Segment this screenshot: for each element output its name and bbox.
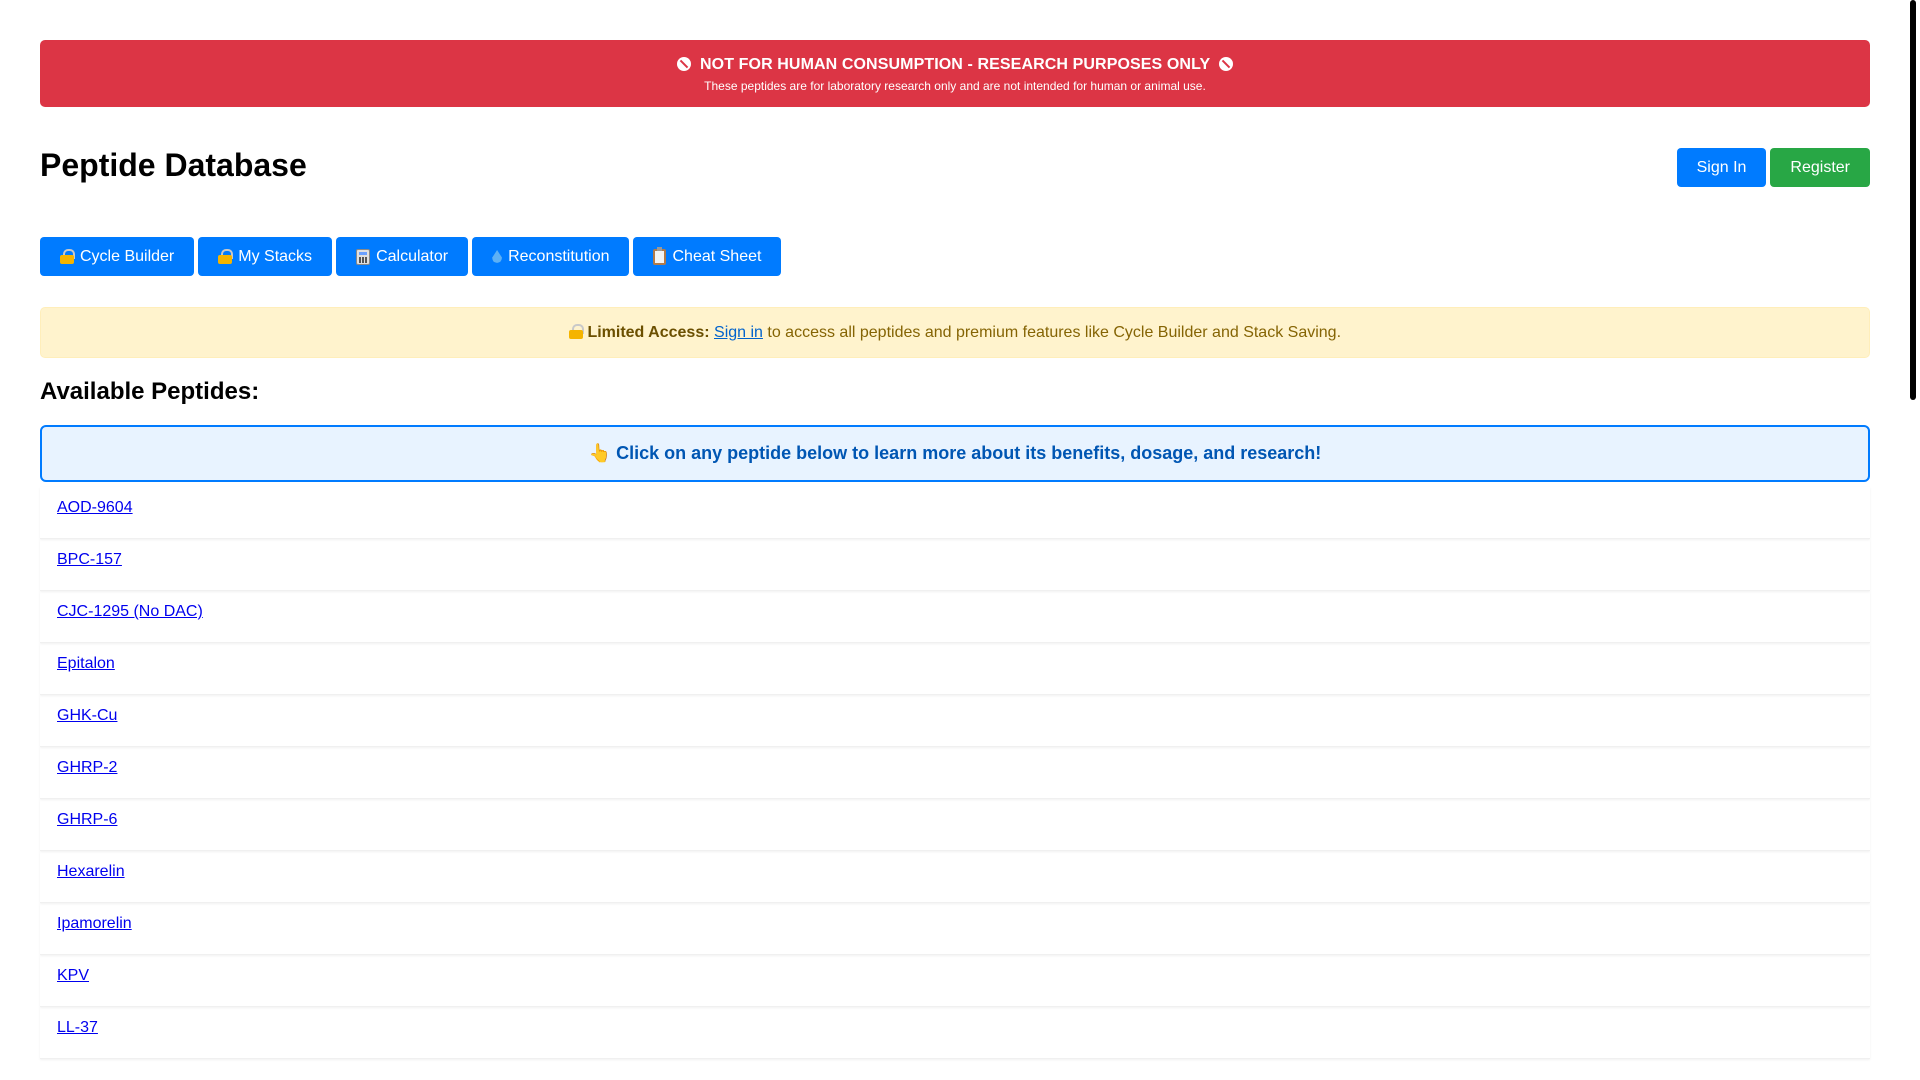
peptide-hint: 👆 Click on any peptide below to learn mo… — [40, 425, 1870, 482]
auth-buttons: Sign In Register — [1676, 148, 1870, 187]
cheat-sheet-label: Cheat Sheet — [672, 247, 762, 265]
list-item: CJC-1295 (No DAC) — [40, 591, 1870, 643]
notice-strong: Limited Access: — [587, 324, 710, 341]
peptide-link[interactable]: GHRP-6 — [57, 811, 117, 828]
list-item: Ipamorelin — [40, 903, 1870, 955]
reconstitution-button[interactable]: Reconstitution — [472, 237, 630, 276]
register-button[interactable]: Register — [1770, 148, 1870, 187]
list-item: AOD-9604 — [40, 487, 1870, 539]
warning-title: NOT FOR HUMAN CONSUMPTION - RESEARCH PUR… — [700, 56, 1210, 73]
lock-icon — [218, 249, 234, 264]
peptide-list: AOD-9604 BPC-157 CJC-1295 (No DAC) Epita… — [40, 487, 1870, 1059]
pointing-hand-icon: 👆 — [588, 443, 612, 463]
vertical-scrollbar[interactable] — [1910, 0, 1916, 400]
peptide-link[interactable]: GHRP-2 — [57, 759, 117, 776]
peptide-link[interactable]: Hexarelin — [57, 863, 125, 880]
peptide-link[interactable]: Epitalon — [57, 655, 115, 672]
notice-text: to access all peptides and premium featu… — [767, 324, 1342, 341]
peptide-link[interactable]: CJC-1295 (No DAC) — [57, 603, 203, 620]
list-item: GHRP-6 — [40, 799, 1870, 851]
peptide-link[interactable]: BPC-157 — [57, 551, 122, 568]
calculator-button[interactable]: Calculator — [336, 237, 469, 276]
list-item: Epitalon — [40, 643, 1870, 695]
limited-access-notice: Limited Access: Sign in to access all pe… — [40, 307, 1870, 358]
lock-icon — [60, 249, 75, 264]
header: Peptide Database Sign In Register — [40, 107, 1870, 191]
hint-text: Click on any peptide below to learn more… — [616, 443, 1322, 463]
peptide-link[interactable]: GHK-Cu — [57, 707, 117, 724]
warning-subtitle: These peptides are for laboratory resear… — [704, 79, 1206, 93]
lock-icon — [568, 324, 584, 339]
warning-title-row: NOT FOR HUMAN CONSUMPTION - RESEARCH PUR… — [40, 55, 1870, 75]
sign-in-button[interactable]: Sign In — [1676, 148, 1767, 187]
no-entry-icon — [1218, 57, 1233, 71]
notice-sign-in-link[interactable]: Sign in — [714, 324, 763, 341]
cheat-sheet-button[interactable]: Cheat Sheet — [633, 237, 782, 276]
clipboard-icon — [653, 246, 667, 265]
my-stacks-label: My Stacks — [238, 247, 313, 265]
section-title: Available Peptides: — [40, 378, 260, 405]
peptide-link[interactable]: KPV — [57, 967, 89, 984]
droplet-icon — [492, 250, 503, 263]
page-title: Peptide Database — [40, 147, 307, 183]
list-item: GHRP-2 — [40, 747, 1870, 799]
page: NOT FOR HUMAN CONSUMPTION - RESEARCH PUR… — [40, 40, 1870, 1059]
tool-nav: Cycle Builder My Stacks Calculator Recon… — [40, 237, 782, 276]
calculator-label: Calculator — [376, 247, 449, 265]
peptide-link[interactable]: LL-37 — [57, 1019, 98, 1036]
calculator-icon — [356, 248, 371, 265]
list-item: GHK-Cu — [40, 695, 1870, 747]
peptide-link[interactable]: AOD-9604 — [57, 499, 133, 516]
reconstitution-label: Reconstitution — [508, 247, 610, 265]
list-item: KPV — [40, 955, 1870, 1007]
list-item: BPC-157 — [40, 539, 1870, 591]
cycle-builder-label: Cycle Builder — [80, 247, 175, 265]
peptide-link[interactable]: Ipamorelin — [57, 915, 132, 932]
no-entry-icon — [677, 57, 692, 71]
list-item: Hexarelin — [40, 851, 1870, 903]
cycle-builder-button[interactable]: Cycle Builder — [40, 237, 195, 276]
research-warning-banner: NOT FOR HUMAN CONSUMPTION - RESEARCH PUR… — [40, 40, 1870, 107]
list-item: LL-37 — [40, 1007, 1870, 1059]
my-stacks-button[interactable]: My Stacks — [198, 237, 333, 276]
